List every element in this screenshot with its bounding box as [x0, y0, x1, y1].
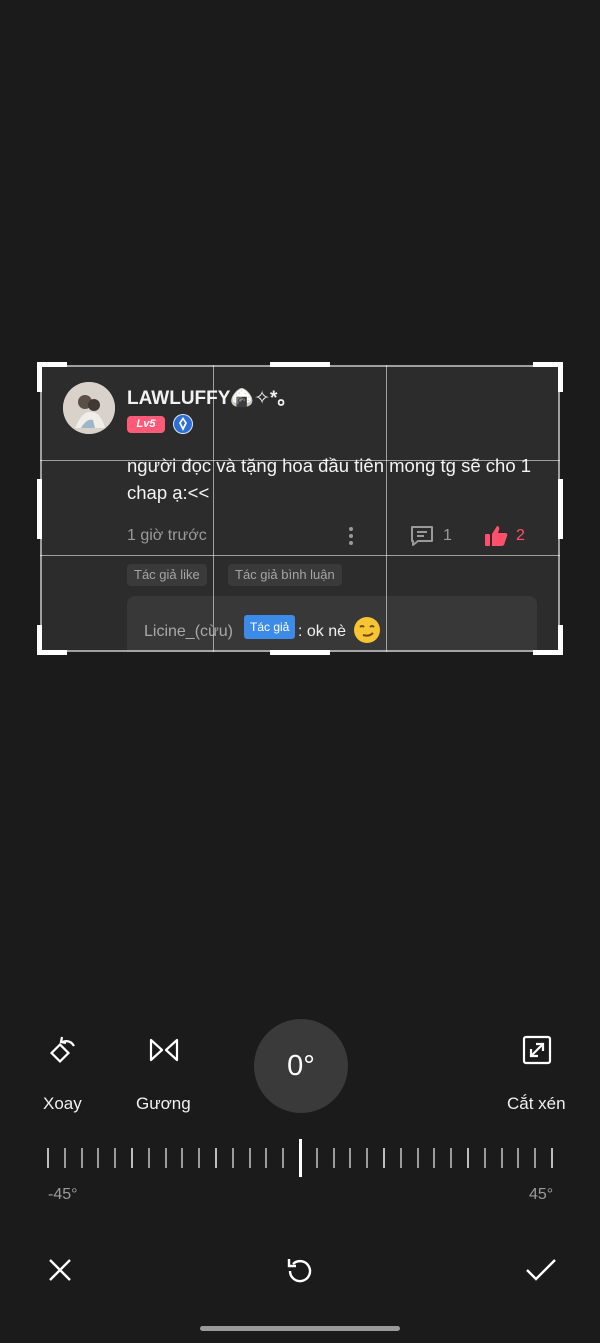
rotate-label: Xoay: [43, 1094, 82, 1113]
crop-handle-bottom-right-v[interactable]: [558, 625, 563, 655]
like-count: 2: [516, 527, 525, 544]
ruler-tick: [517, 1148, 519, 1168]
reply-username: Licine_(cừu): [144, 623, 233, 640]
crop-handle-top[interactable]: [270, 362, 330, 367]
crop-handle-right[interactable]: [558, 479, 563, 539]
ruler-tick: [501, 1148, 503, 1168]
ruler-tick: [97, 1148, 99, 1168]
ruler-tick: [467, 1148, 469, 1168]
reset-icon[interactable]: [285, 1255, 315, 1285]
ruler-tick: [47, 1148, 49, 1168]
confirm-check-icon[interactable]: [525, 1258, 557, 1282]
comment-time: 1 giờ trước: [127, 527, 207, 544]
comment-text: người đọc và tặng hoa đầu tiên mong tg s…: [127, 455, 532, 503]
medal-icon: [173, 414, 193, 434]
level-badge: Lv5: [127, 416, 165, 433]
more-options-icon[interactable]: [346, 525, 356, 547]
ruler-tick: [484, 1148, 486, 1168]
reply-box[interactable]: Licine_(cừu) Tác giả : ok nè: [127, 596, 537, 652]
ruler-tick: [131, 1148, 133, 1168]
crop-handle-bottom-left-v[interactable]: [37, 625, 42, 655]
mirror-icon: [149, 1038, 179, 1062]
ruler-tick: [383, 1148, 385, 1168]
crop-label: Cắt xén: [507, 1094, 566, 1113]
mirror-label: Gương: [136, 1094, 191, 1113]
ruler-tick: [215, 1148, 217, 1168]
ruler-tick: [198, 1148, 200, 1168]
ruler-tick: [64, 1148, 66, 1168]
min-angle-label: -45°: [48, 1186, 78, 1203]
home-indicator[interactable]: [200, 1326, 400, 1331]
smirk-emoji-icon: [354, 617, 380, 643]
ruler-tick: [148, 1148, 150, 1168]
ruler-tick: [232, 1148, 234, 1168]
ruler-tick: [165, 1148, 167, 1168]
ruler-tick: [316, 1148, 318, 1168]
crop-handle-bottom[interactable]: [270, 650, 330, 655]
tag-author-reply: Tác giả bình luận: [228, 564, 342, 586]
author-badge: Tác giả: [244, 615, 296, 639]
max-angle-label: 45°: [529, 1186, 554, 1203]
ruler-tick: [181, 1148, 183, 1168]
close-icon[interactable]: [48, 1258, 72, 1282]
ruler-tick: [417, 1148, 419, 1168]
rotate-icon: [49, 1036, 75, 1064]
angle-dial[interactable]: 0°: [254, 1019, 348, 1113]
ruler-center-tick: [299, 1139, 302, 1177]
ruler-tick: [81, 1148, 83, 1168]
reply-count: 1: [443, 527, 452, 544]
ruler-tick: [349, 1148, 351, 1168]
reply-icon[interactable]: [410, 525, 434, 547]
ruler-tick: [433, 1148, 435, 1168]
tag-author-like: Tác giả like: [127, 564, 207, 586]
avatar: [63, 382, 115, 434]
ruler-tick: [265, 1148, 267, 1168]
username[interactable]: LAWLUFFY🍙✧*。: [127, 383, 296, 410]
ruler-tick: [551, 1148, 553, 1168]
crop-handle-top-left-v[interactable]: [37, 362, 42, 392]
expand-icon: [522, 1035, 552, 1065]
crop-preview[interactable]: LAWLUFFY🍙✧*。 Lv5 người đọc và tặng hoa đ…: [40, 365, 560, 652]
reply-text: : ok nè: [298, 623, 347, 640]
ruler-tick: [400, 1148, 402, 1168]
crop-handle-left[interactable]: [37, 479, 42, 539]
thumbs-up-icon[interactable]: [484, 524, 509, 548]
crop-handle-top-right-v[interactable]: [558, 362, 563, 392]
ruler-tick: [534, 1148, 536, 1168]
ruler-tick: [450, 1148, 452, 1168]
ruler-tick: [114, 1148, 116, 1168]
ruler-tick: [333, 1148, 335, 1168]
angle-ruler[interactable]: [47, 1139, 553, 1177]
ruler-tick: [366, 1148, 368, 1168]
ruler-tick: [282, 1148, 284, 1168]
ruler-tick: [249, 1148, 251, 1168]
